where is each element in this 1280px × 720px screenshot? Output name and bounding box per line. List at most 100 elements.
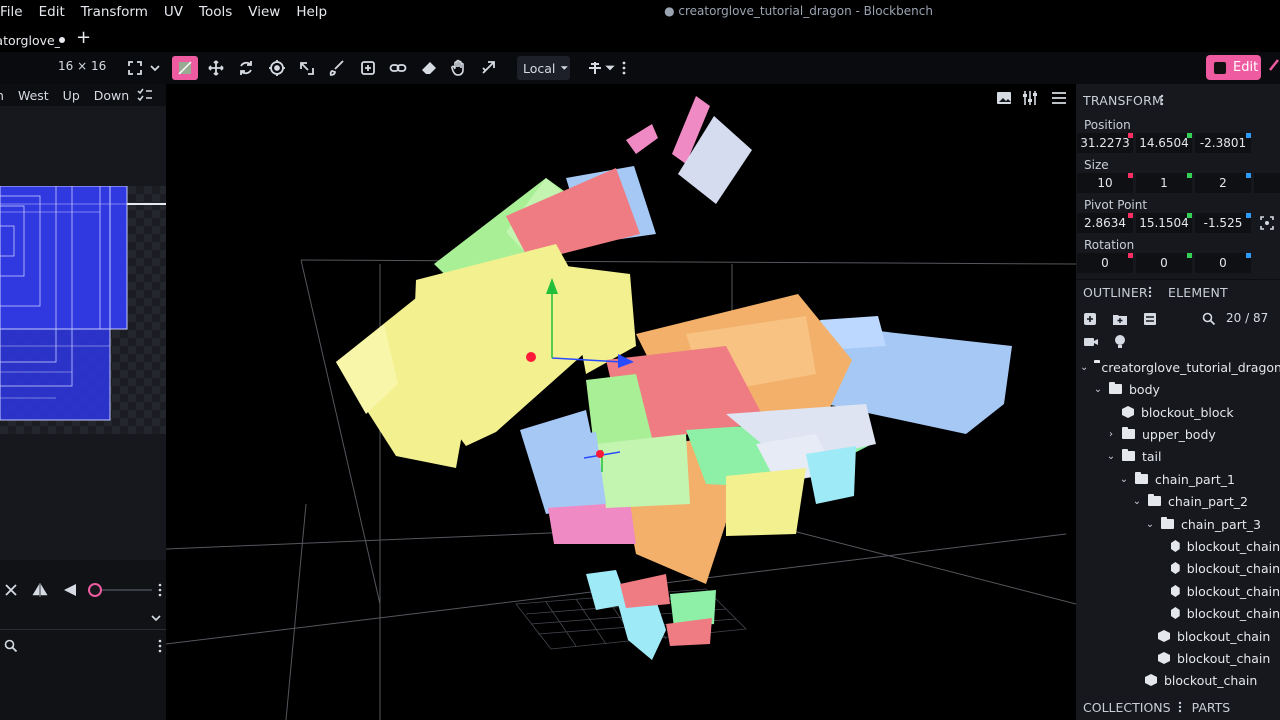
chevron-down-icon[interactable]: ⌄ bbox=[1145, 519, 1155, 530]
size-x-input[interactable]: 10 bbox=[1077, 173, 1133, 193]
size-y-input[interactable]: 1 bbox=[1136, 173, 1192, 193]
rotate-icon[interactable] bbox=[233, 56, 259, 80]
tree-row-blockout-chain[interactable]: blockout_chain bbox=[1076, 535, 1280, 557]
inflate-input[interactable] bbox=[1254, 173, 1280, 193]
more-options-icon[interactable] bbox=[158, 639, 162, 653]
add-group-icon[interactable] bbox=[1112, 312, 1128, 326]
pivot-x-input[interactable]: 2.8634 bbox=[1077, 213, 1133, 233]
stretch-icon[interactable] bbox=[476, 56, 502, 80]
collections-tab[interactable]: COLLECTIONS bbox=[1083, 700, 1171, 715]
chevron-down-icon[interactable] bbox=[603, 56, 617, 80]
chevron-right-icon[interactable]: › bbox=[1106, 429, 1116, 440]
chevron-down-icon[interactable] bbox=[146, 56, 164, 80]
mirror-icon[interactable] bbox=[32, 582, 48, 598]
position-x-input[interactable]: 31.2273 bbox=[1077, 133, 1133, 153]
tree-row-blockout-chain[interactable]: blockout_chain bbox=[1076, 602, 1280, 624]
paint-mode-icon[interactable] bbox=[1266, 58, 1280, 76]
position-z-value: -2.3801 bbox=[1199, 136, 1247, 150]
tree-row-chain-part-3[interactable]: ⌄ chain_part_3 bbox=[1076, 513, 1280, 535]
size-label: Size bbox=[1084, 158, 1109, 172]
brush-size-slider[interactable] bbox=[88, 583, 152, 597]
tree-row-body[interactable]: ⌄ body bbox=[1076, 378, 1280, 400]
pivot-y-input[interactable]: 15.1504 bbox=[1136, 213, 1192, 233]
tree-row-upper-body[interactable]: › upper_body bbox=[1076, 423, 1280, 445]
center-pivot-icon[interactable] bbox=[1259, 215, 1275, 231]
menu-view[interactable]: View bbox=[240, 0, 288, 24]
element-tab[interactable]: ELEMENT bbox=[1168, 285, 1228, 300]
chevron-down-icon[interactable]: ⌄ bbox=[1106, 451, 1116, 462]
axis-z-marker bbox=[1246, 133, 1251, 138]
face-north[interactable]: n bbox=[0, 88, 4, 103]
sliders-icon[interactable] bbox=[1020, 88, 1040, 108]
close-icon[interactable] bbox=[4, 583, 18, 597]
rotation-y-input[interactable]: 0 bbox=[1136, 253, 1192, 273]
menu-file[interactable]: File bbox=[0, 0, 31, 24]
tree-row-chain-part-1[interactable]: ⌄ chain_part_1 bbox=[1076, 468, 1280, 490]
add-cube-icon[interactable] bbox=[1083, 312, 1097, 326]
menu-tools[interactable]: Tools bbox=[191, 0, 240, 24]
image-icon[interactable] bbox=[994, 88, 1014, 108]
rotation-x-input[interactable]: 0 bbox=[1077, 253, 1133, 273]
tree-row-blockout-chain[interactable]: blockout_chain bbox=[1076, 557, 1280, 579]
eraser-icon[interactable] bbox=[416, 56, 442, 80]
menu-uv[interactable]: UV bbox=[156, 0, 191, 24]
hand-icon[interactable] bbox=[446, 56, 472, 80]
tree-row-blockout-block[interactable]: blockout_block bbox=[1076, 401, 1280, 423]
3d-viewport[interactable] bbox=[166, 84, 1076, 720]
outliner-tab[interactable]: OUTLINER bbox=[1083, 285, 1148, 300]
more-options-icon[interactable] bbox=[158, 583, 162, 597]
face-up[interactable]: Up bbox=[63, 88, 80, 103]
chevron-down-icon[interactable]: ⌄ bbox=[1119, 474, 1129, 485]
checklist-icon[interactable] bbox=[137, 88, 153, 102]
tree-row-chain-part-2[interactable]: ⌄ chain_part_2 bbox=[1076, 490, 1280, 512]
menu-edit[interactable]: Edit bbox=[31, 0, 73, 24]
vertex-snap-icon[interactable] bbox=[172, 56, 198, 80]
tree-row-tail[interactable]: ⌄ tail bbox=[1076, 445, 1280, 467]
tab-project[interactable]: creatorglove_tutorial_dragon bbox=[0, 28, 60, 52]
lightbulb-icon[interactable] bbox=[1114, 334, 1126, 350]
chevron-down-icon[interactable]: ⌄ bbox=[1080, 362, 1088, 373]
tree-row-blockout-chain[interactable]: blockout_chain bbox=[1076, 625, 1280, 647]
collapse-all-icon[interactable] bbox=[1143, 312, 1157, 326]
face-west[interactable]: West bbox=[18, 88, 49, 103]
brush-icon[interactable] bbox=[324, 56, 350, 80]
add-icon[interactable] bbox=[355, 56, 381, 80]
link-icon[interactable] bbox=[385, 56, 411, 80]
parts-tab[interactable]: PARTS bbox=[1192, 700, 1231, 715]
tree-row-label: blockout_chain bbox=[1164, 672, 1258, 688]
more-options-icon[interactable] bbox=[1178, 701, 1182, 713]
more-options-icon[interactable] bbox=[617, 56, 631, 80]
pivot-icon[interactable] bbox=[264, 56, 290, 80]
opacity-icon[interactable] bbox=[62, 582, 78, 598]
tree-row-blockout-chain[interactable]: blockout_chain bbox=[1076, 580, 1280, 602]
more-options-icon[interactable] bbox=[1148, 286, 1152, 298]
transform-space-select[interactable]: Local bbox=[517, 56, 570, 80]
rotation-z-input[interactable]: 0 bbox=[1195, 253, 1251, 273]
uv-fullscreen-icon[interactable] bbox=[122, 56, 148, 80]
chevron-down-icon[interactable] bbox=[150, 612, 162, 624]
size-z-input[interactable]: 2 bbox=[1195, 173, 1251, 193]
search-icon[interactable] bbox=[1202, 312, 1216, 326]
tree-row-blockout-chain[interactable]: blockout_chain bbox=[1076, 669, 1280, 691]
more-options-icon[interactable] bbox=[1160, 94, 1164, 106]
move-icon[interactable] bbox=[203, 56, 229, 80]
tree-row-root[interactable]: ⌄ creatorglove_tutorial_dragon bbox=[1076, 356, 1280, 378]
menu-icon[interactable] bbox=[1049, 88, 1069, 108]
menu-help[interactable]: Help bbox=[288, 0, 335, 24]
position-z-input[interactable]: -2.3801 bbox=[1195, 133, 1251, 153]
edit-mode-button[interactable]: Edit bbox=[1206, 55, 1261, 80]
search-icon[interactable] bbox=[4, 639, 18, 653]
uv-editor-canvas[interactable] bbox=[0, 186, 166, 434]
add-tab-button[interactable]: + bbox=[76, 28, 92, 48]
resize-icon[interactable] bbox=[294, 56, 320, 80]
camera-icon[interactable] bbox=[1083, 335, 1099, 349]
chevron-down-icon[interactable]: ⌄ bbox=[1093, 384, 1103, 395]
position-y-input[interactable]: 14.6504 bbox=[1136, 133, 1192, 153]
axis-y-marker bbox=[1187, 133, 1192, 138]
menu-transform[interactable]: Transform bbox=[73, 0, 156, 24]
pivot-z-input[interactable]: -1.525 bbox=[1195, 213, 1251, 233]
slider-handle[interactable] bbox=[88, 583, 102, 597]
chevron-down-icon[interactable]: ⌄ bbox=[1132, 496, 1142, 507]
tree-row-blockout-chain[interactable]: blockout_chain bbox=[1076, 647, 1280, 669]
face-down[interactable]: Down bbox=[94, 88, 129, 103]
